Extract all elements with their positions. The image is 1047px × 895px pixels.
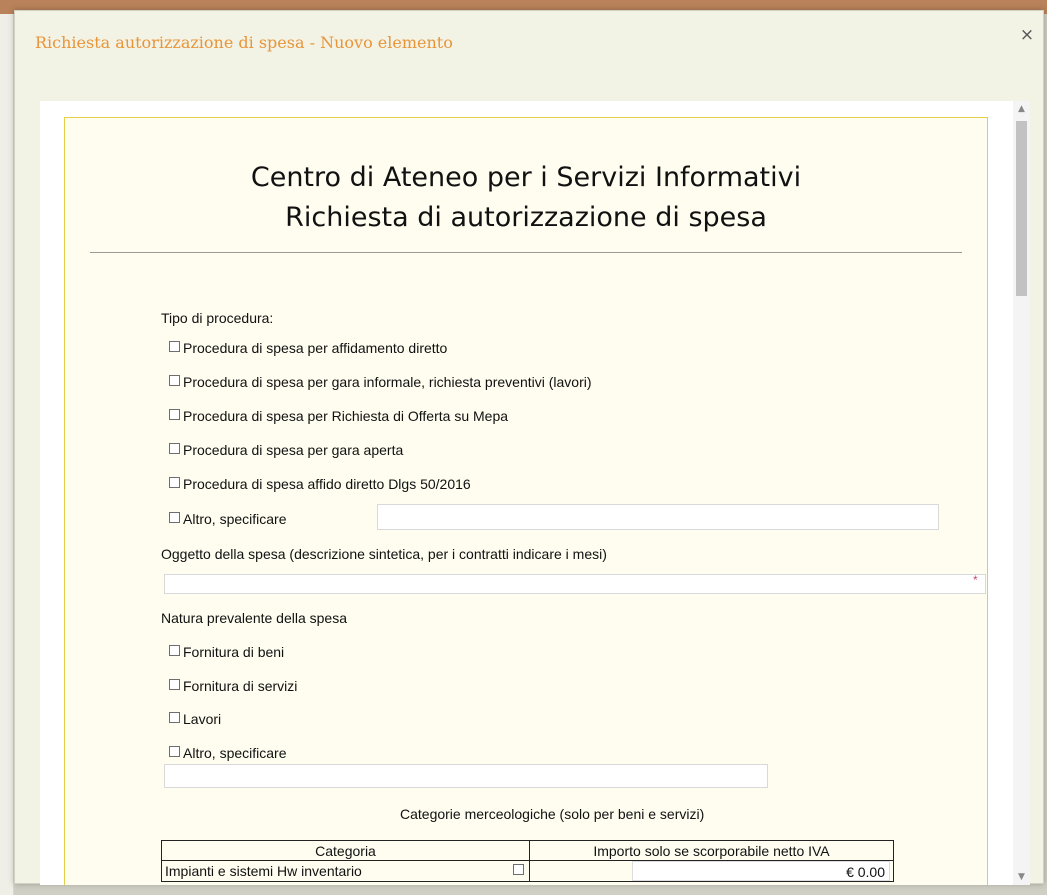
close-icon[interactable]: × [1017, 25, 1037, 45]
scrollbar[interactable]: ▲ ▼ [1013, 101, 1030, 885]
nature-other-input[interactable] [164, 764, 768, 788]
checkbox-nature-goods[interactable] [169, 645, 180, 656]
form-container: Centro di Ateneo per i Servizi Informati… [64, 117, 988, 885]
checkbox-nature-services[interactable] [169, 679, 180, 690]
chevron-down-icon[interactable]: ▼ [1013, 869, 1030, 885]
checkbox-procedure-mepa[interactable] [169, 409, 180, 420]
checkbox-procedure-direct[interactable] [169, 341, 180, 352]
option-label: Procedura di spesa per gara aperta [183, 442, 404, 458]
checkbox-procedure-informal[interactable] [169, 375, 180, 386]
form-frame: Centro di Ateneo per i Servizi Informati… [40, 101, 1030, 885]
form-heading: Centro di Ateneo per i Servizi Informati… [65, 158, 987, 238]
checkbox-procedure-other[interactable] [169, 512, 180, 523]
checkbox-procedure-open[interactable] [169, 443, 180, 454]
scroll-thumb[interactable] [1016, 121, 1027, 296]
divider [90, 252, 962, 253]
option-label: Procedura di spesa per affidamento diret… [183, 340, 448, 356]
nature-label: Natura prevalente della spesa [161, 610, 348, 626]
column-header-amount: Importo solo se scorporabile netto IVA [529, 840, 894, 861]
categories-title: Categorie merceologiche (solo per beni e… [400, 806, 705, 822]
checkbox-category[interactable] [513, 864, 524, 875]
checkbox-procedure-dlgs[interactable] [169, 477, 180, 488]
option-label: Procedura di spesa per Richiesta di Offe… [183, 408, 509, 424]
categories-table: Categoria Importo solo se scorporabile n… [161, 840, 894, 882]
required-mark: * [973, 573, 978, 587]
procedure-other-input[interactable] [377, 504, 939, 530]
checkbox-nature-works[interactable] [169, 712, 180, 723]
dialog-title: Richiesta autorizzazione di spesa - Nuov… [35, 33, 453, 52]
background-page-sidebar [0, 14, 14, 895]
option-label: Fornitura di beni [183, 644, 285, 660]
table-header-row: Categoria Importo solo se scorporabile n… [161, 840, 894, 861]
option-label: Altro, specificare [183, 511, 287, 527]
option-label: Procedura di spesa affido diretto Dlgs 5… [183, 476, 471, 492]
procedure-label: Tipo di procedura: [161, 310, 274, 326]
option-label: Lavori [183, 711, 222, 727]
amount-cell: € 0.00 [529, 860, 894, 882]
checkbox-nature-other[interactable] [169, 746, 180, 757]
heading-line-1: Centro di Ateneo per i Servizi Informati… [250, 162, 802, 193]
heading-line-2: Richiesta di autorizzazione di spesa [285, 202, 767, 233]
table-row: Impianti e sistemi Hw inventario € 0.00 [161, 860, 894, 882]
option-label: Procedura di spesa per gara informale, r… [183, 374, 592, 390]
subject-input[interactable] [164, 574, 986, 594]
subject-label: Oggetto della spesa (descrizione sinteti… [161, 546, 607, 562]
category-cell: Impianti e sistemi Hw inventario [161, 860, 530, 882]
column-header-category: Categoria [161, 840, 530, 861]
option-label: Altro, specificare [183, 745, 287, 761]
option-label: Fornitura di servizi [183, 678, 298, 694]
category-name: Impianti e sistemi Hw inventario [165, 863, 362, 879]
chevron-up-icon[interactable]: ▲ [1013, 101, 1030, 117]
amount-input[interactable]: € 0.00 [632, 861, 890, 881]
modal-dialog: Richiesta autorizzazione di spesa - Nuov… [14, 10, 1044, 885]
